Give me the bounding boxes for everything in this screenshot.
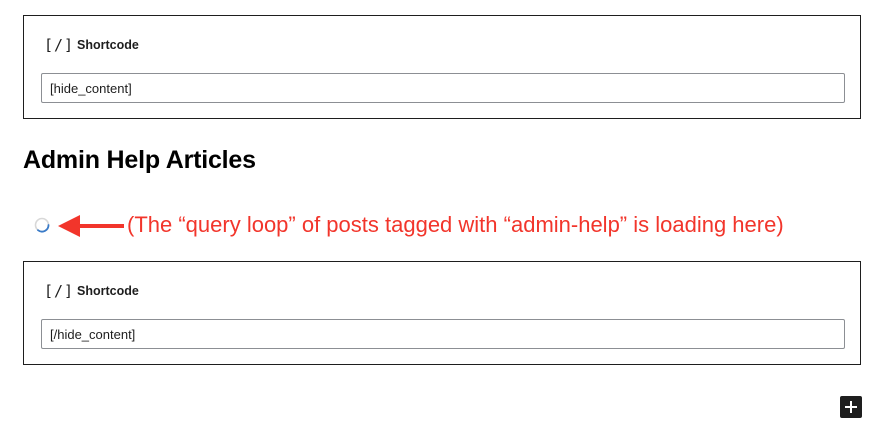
- shortcode-icon: [/]: [44, 282, 75, 300]
- block-header: [/] Shortcode: [44, 34, 139, 56]
- annotation-text: (The “query loop” of posts tagged with “…: [127, 212, 784, 237]
- shortcode-input[interactable]: [41, 73, 845, 103]
- add-block-button[interactable]: [840, 396, 862, 418]
- shortcode-icon: [/]: [44, 36, 75, 54]
- editor-canvas: [/] Shortcode Admin Help Articles (The “…: [0, 0, 892, 427]
- block-label: Shortcode: [77, 38, 139, 52]
- shortcode-block-close[interactable]: [/] Shortcode: [23, 261, 861, 365]
- block-header: [/] Shortcode: [44, 280, 139, 302]
- page-heading[interactable]: Admin Help Articles: [23, 146, 256, 175]
- shortcode-input[interactable]: [41, 319, 845, 349]
- annotation-arrow-icon: [58, 215, 124, 237]
- block-label: Shortcode: [77, 284, 139, 298]
- spinner-icon: [34, 217, 50, 233]
- shortcode-block-open[interactable]: [/] Shortcode: [23, 15, 861, 119]
- plus-icon: [845, 401, 857, 413]
